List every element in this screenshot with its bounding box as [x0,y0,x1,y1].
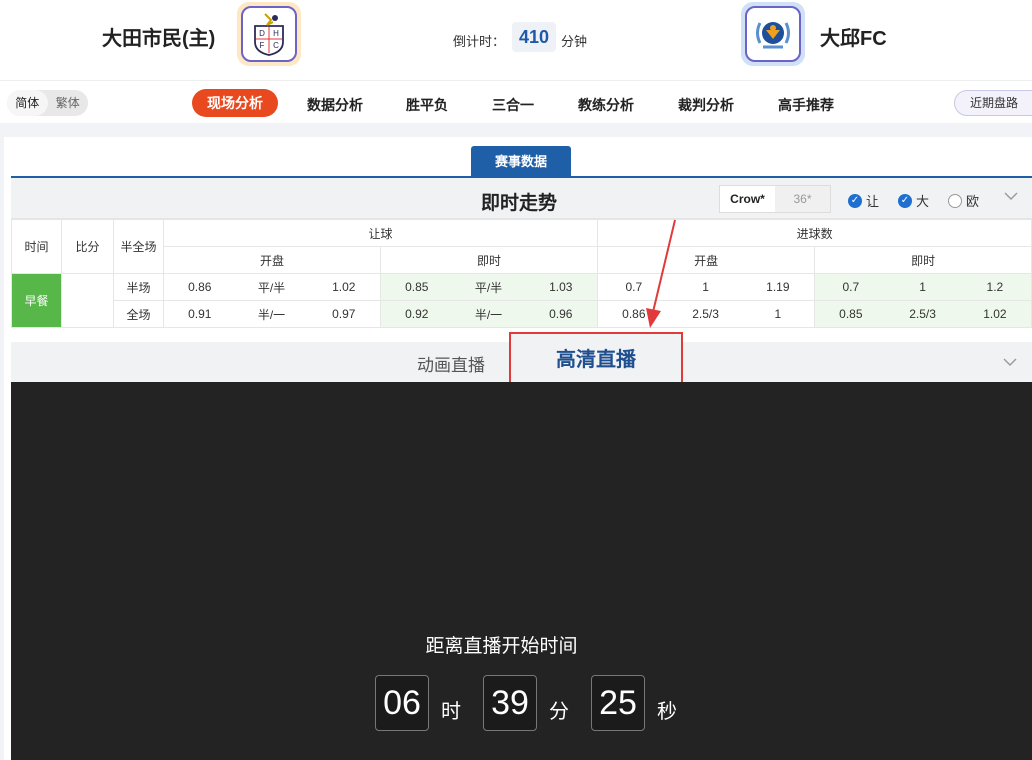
home-team-name[interactable]: 大田市民(主) [102,22,215,51]
tab-animated-live[interactable]: 动画直播 [417,351,485,376]
odds-cell: 0.7 [597,273,670,301]
odds-cell: 0.85 [380,273,453,301]
odds-cell: 0.86 [597,300,670,328]
away-team-logo[interactable] [741,2,805,66]
odds-cell: 1 [886,273,959,301]
trend-title: 即时走势 [481,193,558,214]
header-handicap: 让球 [162,219,599,247]
header-goals: 进球数 [597,219,1032,247]
countdown-minutes: 39 [483,675,537,731]
option-handicap[interactable]: ✓ 让 [848,191,879,210]
crest-letter-f: F [260,41,265,50]
odds-cell: 0.7 [814,273,887,301]
odds-table: 时间 比分 半全场 让球 进球数 开盘 即时 开盘 即时 早餐 半场 0.86 … [11,219,1032,328]
home-team-logo[interactable]: D H F C [237,2,301,66]
crest-letter-d: D [259,29,265,38]
row-label: 半场 [113,273,164,301]
tab-data-analysis[interactable]: 数据分析 [307,95,363,115]
crest-letter-h: H [273,29,279,38]
home-logo-badge: D H F C [241,6,297,62]
odds-cell: 平/半 [235,273,308,301]
table-row: 早餐 半场 0.86 平/半 1.02 0.85 平/半 1.03 0.7 1 … [11,273,1032,328]
odds-cell: 2.5/3 [886,300,959,328]
countdown-minutes-unit: 分 [549,701,569,723]
checkbox-unchecked-icon [948,193,962,208]
countdown-seconds: 25 [591,675,645,731]
analysis-nav: 简体 繁体 现场分析 数据分析 胜平负 三合一 教练分析 裁判分析 高手推荐 近… [0,80,1032,123]
match-data-panel: 赛事数据 即时走势 Crow* 36* ✓ 让 ✓ 大 欧 时间 比分 半全场 … [4,137,1032,760]
odds-cell: 1.2 [958,273,1032,301]
option-european[interactable]: 欧 [948,191,979,210]
home-crest-icon: D H F C [254,13,284,56]
away-team-name[interactable]: 大邱FC [820,22,887,51]
tab-three-in-one[interactable]: 三合一 [492,95,534,115]
tab-expert-picks[interactable]: 高手推荐 [778,95,834,115]
header-goals-open: 开盘 [597,246,816,274]
live-player[interactable]: 距离直播开始时间 06 时 39 分 25 秒 [11,382,1032,760]
chevron-down-icon[interactable] [1003,356,1017,370]
odds-cell: 1 [669,273,742,301]
header-half-full: 半全场 [113,219,164,274]
crest-letter-c: C [273,41,279,50]
option-over-under[interactable]: ✓ 大 [898,191,929,210]
bookmaker-36-button[interactable]: 36* [775,186,830,212]
countdown-value: 410 [512,22,556,52]
tab-coach-analysis[interactable]: 教练分析 [578,95,634,115]
odds-cell: 0.92 [380,300,453,328]
odds-cell: 0.97 [307,300,381,328]
odds-cell: 0.86 [163,273,236,301]
option-handicap-label: 让 [866,194,880,209]
score-cell [61,273,114,328]
odds-cell: 2.5/3 [669,300,742,328]
countdown-hours: 06 [375,675,429,731]
tab-win-draw-lose[interactable]: 胜平负 [406,95,448,115]
header-goals-live: 即时 [814,246,1032,274]
odds-cell: 平/半 [452,273,525,301]
chevron-down-icon[interactable] [1004,190,1018,204]
odds-cell: 1.02 [307,273,381,301]
tab-hd-live[interactable]: 高清直播 [509,332,683,388]
checkbox-checked-icon: ✓ [848,193,862,208]
countdown-unit: 分钟 [561,34,588,49]
bookmaker-crow-button[interactable]: Crow* [720,186,775,212]
tab-match-data[interactable]: 赛事数据 [471,146,571,178]
countdown-label: 倒计时： [453,34,506,49]
away-crest-icon [756,22,790,49]
stream-start-label: 距离直播开始时间 [425,636,578,657]
checkbox-checked-icon: ✓ [898,193,912,208]
odds-cell: 0.96 [524,300,599,328]
language-toggle: 简体 繁体 [7,90,88,116]
match-header: 大田市民(主) D H F C 倒计时： 410 分钟 大邱FC [0,0,1032,80]
odds-cell: 1.02 [958,300,1032,328]
header-handicap-open: 开盘 [163,246,381,274]
lang-simplified-button[interactable]: 简体 [7,90,48,116]
odds-cell: 0.85 [814,300,887,328]
odds-cell: 半/一 [452,300,525,328]
recent-handicap-button[interactable]: 近期盘路 [954,90,1032,116]
lang-traditional-button[interactable]: 繁体 [48,90,89,116]
tab-referee-analysis[interactable]: 裁判分析 [678,95,734,115]
odds-cell: 0.91 [163,300,236,328]
table-row: 全场 0.91 半/一 0.97 0.92 半/一 0.96 0.86 2.5/… [12,300,1032,328]
header-score: 比分 [61,219,114,274]
header-time: 时间 [11,219,62,274]
row-label: 全场 [113,300,164,328]
countdown-seconds-unit: 秒 [657,701,677,723]
odds-cell: 1.03 [524,273,599,301]
odds-cell: 半/一 [235,300,308,328]
odds-cell: 1 [741,300,816,328]
bookmaker-switch: Crow* 36* [719,185,831,213]
trend-bar: 即时走势 Crow* 36* ✓ 让 ✓ 大 欧 [11,178,1032,219]
option-over-under-label: 大 [916,194,930,209]
tab-live-analysis[interactable]: 现场分析 [192,89,278,117]
header-handicap-live: 即时 [379,246,599,274]
live-stream-tabs: 动画直播 高清直播 [11,332,1032,388]
option-european-label: 欧 [966,194,980,209]
away-logo-badge [745,6,801,62]
odds-cell: 1.19 [741,273,816,301]
early-badge: 早餐 [11,273,62,328]
countdown-hours-unit: 时 [441,701,461,723]
